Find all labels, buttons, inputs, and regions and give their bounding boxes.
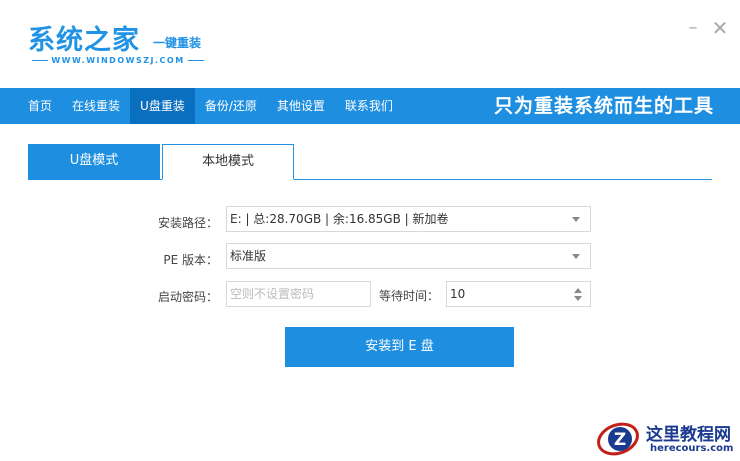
install-path-value: E: | 总:28.70GB | 余:16.85GB | 新加卷: [230, 212, 449, 226]
watermark: Z 这里教程网 herecours.com: [594, 414, 740, 461]
pe-version-select[interactable]: 标准版: [226, 243, 591, 269]
boot-password-label: 启动密码：: [157, 290, 218, 304]
nav-item-other-settings[interactable]: 其他设置: [267, 88, 335, 124]
watermark-name: 这里教程网: [646, 425, 731, 445]
spin-down-icon[interactable]: [574, 296, 582, 301]
nav-item-home[interactable]: 首页: [0, 88, 62, 124]
mode-tabs: U盘模式 本地模式: [28, 144, 712, 180]
app-logo-url-row: WWW.WINDOWSZJ.COM: [32, 54, 204, 66]
wait-time-value: 10: [450, 287, 466, 301]
wait-time-spinbox[interactable]: 10: [446, 281, 591, 307]
main-nav: 首页 在线重装 U盘重装 备份/还原 其他设置 联系我们 只为重装系统而生的工具: [0, 88, 740, 124]
chevron-down-icon[interactable]: [572, 217, 580, 222]
nav-item-online-reinstall[interactable]: 在线重装: [62, 88, 130, 124]
app-logo-title: 系统之家: [28, 25, 140, 56]
nav-item-backup-restore[interactable]: 备份/还原: [195, 88, 267, 124]
install-path-select[interactable]: E: | 总:28.70GB | 余:16.85GB | 新加卷: [226, 206, 591, 232]
boot-password-input[interactable]: 空则不设置密码: [226, 281, 371, 307]
watermark-logo-icon: Z: [597, 422, 639, 456]
chevron-down-icon[interactable]: [572, 254, 580, 259]
tab-local-mode[interactable]: 本地模式: [162, 144, 294, 180]
divider: [188, 59, 204, 61]
install-button[interactable]: 安装到 E 盘: [285, 327, 514, 367]
pe-version-label: PE 版本：: [163, 253, 218, 267]
svg-text:Z: Z: [614, 430, 626, 450]
wait-time-label: 等待时间：: [379, 289, 440, 303]
install-path-label: 安装路径：: [157, 216, 218, 230]
nav-slogan: 只为重装系统而生的工具: [493, 95, 714, 117]
watermark-url: herecours.com: [650, 443, 734, 454]
spin-up-icon[interactable]: [574, 288, 582, 293]
minimize-button[interactable]: –: [684, 18, 702, 38]
close-button[interactable]: ✕: [711, 18, 729, 38]
app-logo-subtitle: 一键重装: [153, 36, 202, 50]
nav-item-contact-us[interactable]: 联系我们: [335, 88, 403, 124]
pe-version-value: 标准版: [230, 249, 267, 263]
app-header: 系统之家 一键重装 WWW.WINDOWSZJ.COM – ✕: [0, 0, 740, 88]
divider: [32, 59, 48, 61]
tab-usb-mode[interactable]: U盘模式: [28, 144, 160, 179]
nav-item-usb-reinstall[interactable]: U盘重装: [130, 88, 195, 124]
app-logo-url: WWW.WINDOWSZJ.COM: [51, 55, 185, 65]
